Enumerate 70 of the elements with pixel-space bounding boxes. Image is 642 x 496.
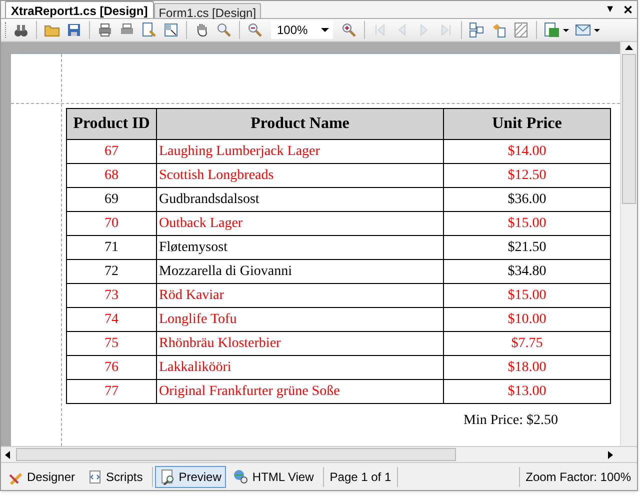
- view-tab[interactable]: Scripts: [82, 466, 148, 488]
- table-cell: $10.00: [444, 308, 610, 332]
- tab-menu-button[interactable]: ▼: [601, 2, 619, 18]
- page-indicator: Page 1 of 1: [328, 468, 392, 486]
- page-magnifier-icon: [160, 468, 176, 484]
- table-cell: 70: [66, 212, 156, 236]
- table-cell: 68: [66, 164, 156, 188]
- table-cell: 71: [66, 236, 156, 260]
- page-wrench-icon: [141, 22, 157, 38]
- table-cell: $18.00: [444, 356, 610, 380]
- globe-magnifier-icon: [233, 468, 250, 484]
- vertical-scrollbar[interactable]: [620, 42, 637, 446]
- dropdown-arrow-icon: [594, 28, 600, 32]
- table-cell: 75: [66, 332, 156, 356]
- table-cell: $15.00: [444, 212, 610, 236]
- column-header: Unit Price: [444, 108, 610, 140]
- zoom-factor-label: Zoom Factor: 100%: [524, 468, 632, 486]
- table-cell: $12.50: [444, 164, 610, 188]
- envelope-icon: [575, 22, 591, 38]
- table-cell: 76: [66, 356, 156, 380]
- hatched-page-icon: [513, 22, 529, 38]
- binoculars-icon: [13, 22, 29, 38]
- table-cell: 73: [66, 284, 156, 308]
- table-cell: $34.80: [444, 260, 610, 284]
- table-cell: 74: [66, 308, 156, 332]
- table-cell: $36.00: [444, 188, 610, 212]
- table-cell: 72: [66, 260, 156, 284]
- table-cell: Scottish Longbreads: [156, 164, 444, 188]
- view-tab[interactable]: Designer: [3, 466, 80, 488]
- script-icon: [87, 468, 104, 484]
- page-resize-icon: [163, 22, 179, 38]
- scroll-thumb[interactable]: [622, 54, 636, 204]
- table-cell: Outback Lager: [156, 212, 444, 236]
- table-cell: $21.50: [444, 236, 610, 260]
- summary-text: Min Price: $2.50: [464, 412, 558, 430]
- table-cell: $14.00: [444, 140, 610, 164]
- table-cell: Gudbrandsdalsost: [156, 188, 444, 212]
- table-cell: Longlife Tofu: [156, 308, 444, 332]
- table-cell: 69: [66, 188, 156, 212]
- zoom-combo-box[interactable]: 100%: [271, 21, 333, 39]
- table-cell: Laughing Lumberjack Lager: [156, 140, 444, 164]
- close-button[interactable]: ✕: [619, 2, 637, 18]
- table-cell: Rhönbräu Klosterbier: [156, 332, 444, 356]
- zoom-in-icon: [341, 22, 357, 38]
- export-icon: [544, 22, 560, 38]
- dropdown-arrow-icon: [563, 28, 569, 32]
- printer-icon: [97, 22, 113, 38]
- document-tab[interactable]: Form1.cs [Design]: [154, 3, 262, 18]
- table-cell: Lakkalikööri: [156, 356, 444, 380]
- table-cell: $7.75: [444, 332, 610, 356]
- table-cell: $13.00: [444, 380, 610, 404]
- document-tab[interactable]: XtraReport1.cs [Design]: [5, 1, 154, 18]
- table-cell: Röd Kaviar: [156, 284, 444, 308]
- column-header: Product ID: [66, 108, 156, 140]
- table-cell: Original Frankfurter grüne Soße: [156, 380, 444, 404]
- export-button[interactable]: [542, 20, 571, 40]
- view-tab[interactable]: Preview: [154, 466, 226, 488]
- column-header: Product Name: [156, 108, 444, 140]
- magnifier-icon: [216, 22, 232, 38]
- scroll-thumb[interactable]: [16, 448, 456, 461]
- multiple-pages-icon: [469, 22, 485, 38]
- view-tab[interactable]: HTML View: [228, 466, 319, 488]
- horizontal-scrollbar[interactable]: [1, 446, 637, 462]
- table-cell: 77: [66, 380, 156, 404]
- table-cell: 67: [66, 140, 156, 164]
- zoom-out-icon: [247, 22, 263, 38]
- save-icon: [66, 22, 82, 38]
- table-cell: Fløtemysost: [156, 236, 444, 260]
- table-cell: Mozzarella di Giovanni: [156, 260, 444, 284]
- table-cell: $15.00: [444, 284, 610, 308]
